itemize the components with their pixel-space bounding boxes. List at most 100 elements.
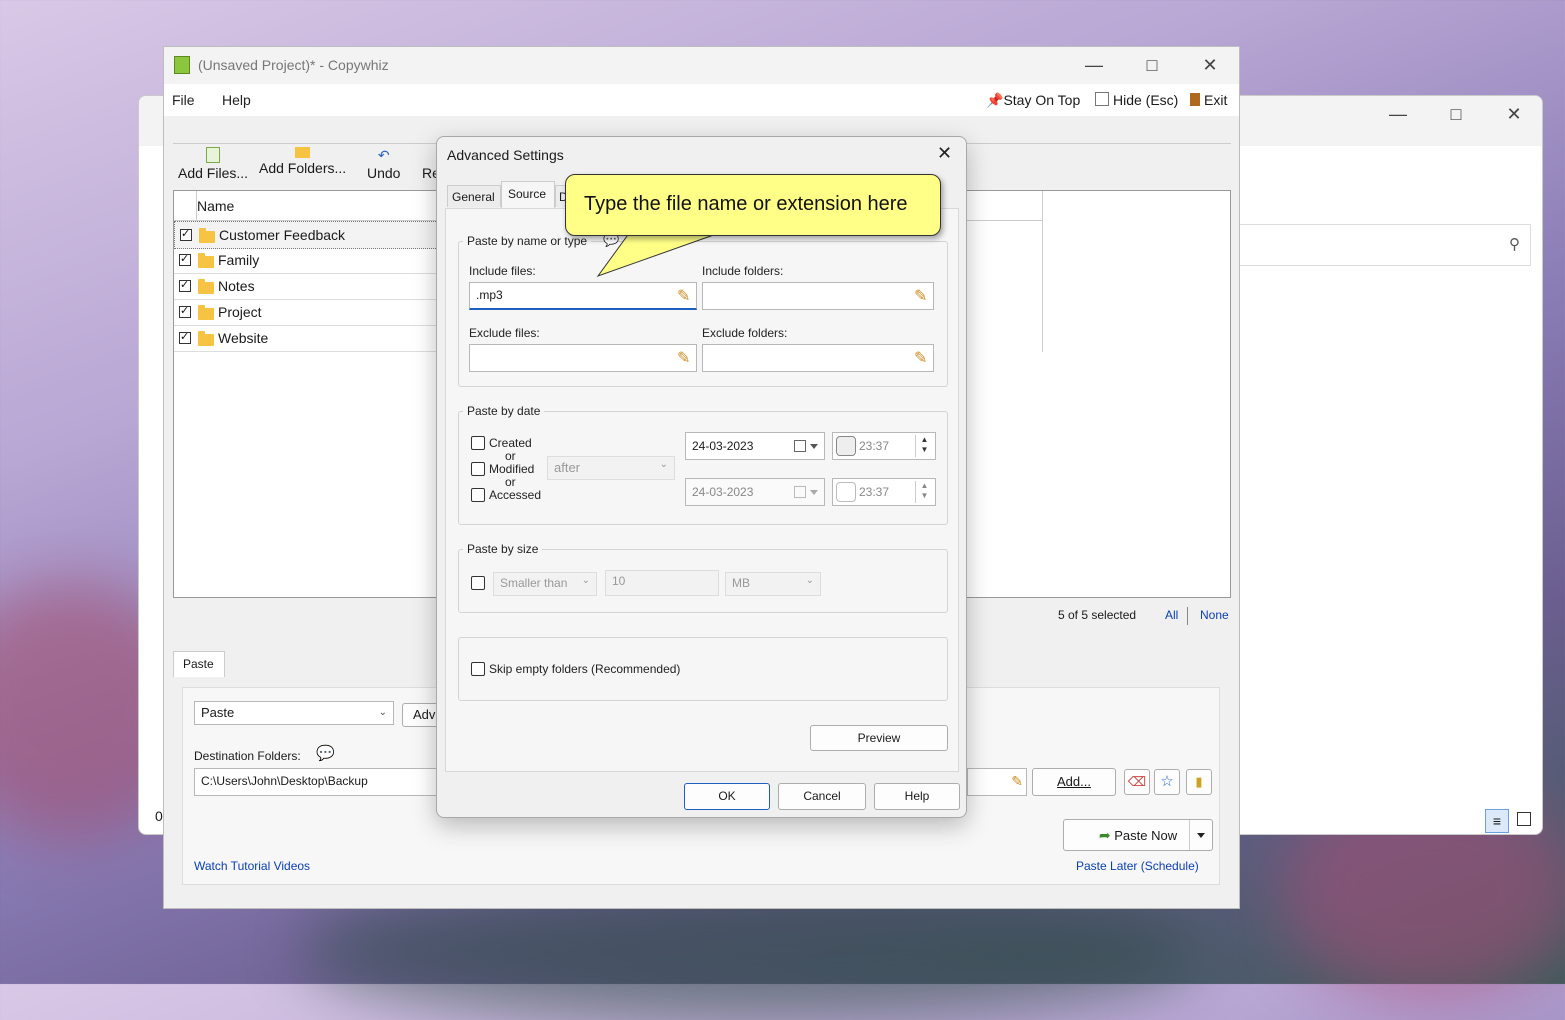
include-folders-input[interactable] <box>702 282 934 310</box>
pencil-icon[interactable]: ✎ <box>914 348 927 368</box>
add-destination-button[interactable]: Add... <box>1032 768 1116 796</box>
background-search-box[interactable]: ⚲ <box>1239 224 1531 266</box>
destination-field-right[interactable]: ✎ <box>967 768 1027 796</box>
add-folders-button[interactable]: Add Folders... <box>259 147 346 176</box>
maximize-icon[interactable]: □ <box>1436 99 1476 129</box>
exclude-files-label: Exclude files: <box>469 326 540 340</box>
tab-source[interactable]: Source <box>501 181 555 209</box>
browse-folder-icon[interactable]: ▮ <box>1186 769 1212 795</box>
calendar-icon[interactable] <box>794 486 806 498</box>
time-2-value: 23:37 <box>859 485 890 499</box>
size-checkbox[interactable] <box>471 576 485 590</box>
help-button[interactable]: Help <box>874 783 960 810</box>
exit-label: Exit <box>1204 92 1228 108</box>
modified-label: Modified <box>489 462 535 476</box>
eraser-icon[interactable]: ⌫ <box>1124 769 1150 795</box>
paste-now-dropdown-icon[interactable] <box>1197 833 1205 838</box>
minimize-icon[interactable]: — <box>1074 50 1114 80</box>
minimize-icon[interactable]: — <box>1378 99 1418 129</box>
tutorial-link[interactable]: Watch Tutorial Videos <box>194 859 310 873</box>
link-separator <box>1187 607 1188 625</box>
time-spinner-icon[interactable]: ▲ ▼ <box>915 435 933 457</box>
list-item[interactable]: Customer Feedback <box>174 221 438 249</box>
select-none-link[interactable]: None <box>1200 608 1229 622</box>
time-spinner-icon[interactable]: ▲ ▼ <box>915 481 933 503</box>
date-2-value: 24-03-2023 <box>692 485 754 499</box>
time-1-checkbox[interactable] <box>836 436 856 456</box>
modified-checkbox[interactable] <box>471 462 485 476</box>
chevron-down-icon[interactable] <box>810 490 818 495</box>
date-relation-select[interactable]: after ⌄ <box>547 456 675 480</box>
date-picker-1[interactable]: 24-03-2023 <box>685 432 825 460</box>
exit-button[interactable]: Exit <box>1190 92 1227 108</box>
accessed-checkbox[interactable] <box>471 488 485 502</box>
include-files-value: .mp3 <box>476 288 503 302</box>
date-filter-group: Paste by date Created or Modified or Acc… <box>458 404 948 525</box>
item-name: Project <box>218 304 262 320</box>
ok-label: OK <box>718 789 736 803</box>
item-checkbox[interactable] <box>179 252 191 266</box>
pencil-icon[interactable]: ✎ <box>914 286 927 306</box>
time-picker-1[interactable]: 23:37 ▲ ▼ <box>832 432 936 460</box>
ok-button[interactable]: OK <box>684 783 770 810</box>
select-all-link[interactable]: All <box>1165 608 1178 622</box>
created-checkbox[interactable] <box>471 436 485 450</box>
time-picker-2[interactable]: 23:37 ▲ ▼ <box>832 478 936 506</box>
maximize-icon[interactable]: □ <box>1132 50 1172 80</box>
size-filter-label: Paste by size <box>463 542 543 556</box>
size-unit-select[interactable]: MB ⌄ <box>725 572 821 596</box>
date-picker-2[interactable]: 24-03-2023 <box>685 478 825 506</box>
pencil-icon[interactable]: ✎ <box>677 286 690 306</box>
or-label: or <box>505 449 516 463</box>
pencil-icon[interactable]: ✎ <box>1011 773 1023 790</box>
add-files-button[interactable]: Add Files... <box>178 147 248 181</box>
tab-paste-label: Paste <box>183 657 214 671</box>
dialog-title: Advanced Settings <box>447 147 564 163</box>
details-view-icon[interactable]: ≡ <box>1485 809 1509 833</box>
item-checkbox[interactable] <box>179 330 191 344</box>
menu-file[interactable]: File <box>172 92 195 108</box>
chevron-down-icon[interactable] <box>810 444 818 449</box>
list-item[interactable]: Family <box>174 247 436 274</box>
skip-empty-checkbox[interactable] <box>471 662 485 676</box>
paste-now-button[interactable]: ➦ Paste Now <box>1063 819 1213 851</box>
exclude-files-input[interactable] <box>469 344 697 372</box>
undo-button[interactable]: ↶ Undo <box>367 147 400 181</box>
list-item[interactable]: Project <box>174 299 436 326</box>
stay-on-top-button[interactable]: 📌Stay On Top <box>986 92 1080 109</box>
close-icon[interactable]: ✕ <box>1190 50 1230 80</box>
tiles-view-icon[interactable] <box>1517 812 1531 826</box>
destination-field[interactable]: C:\Users\John\Desktop\Backup <box>194 768 438 796</box>
size-value-input[interactable]: 10 <box>605 570 719 596</box>
paste-later-link[interactable]: Paste Later (Schedule) <box>1076 859 1199 873</box>
cancel-button[interactable]: Cancel <box>778 783 866 810</box>
size-comparison-select[interactable]: Smaller than ⌄ <box>493 572 597 596</box>
item-checkbox[interactable] <box>179 278 191 292</box>
chevron-down-icon: ⌄ <box>581 575 590 586</box>
menu-bar: File Help 📌Stay On Top Hide (Esc) Exit <box>164 84 1239 116</box>
size-comparison-value: Smaller than <box>500 576 568 590</box>
include-files-input[interactable]: .mp3 <box>469 282 697 310</box>
calendar-icon[interactable] <box>794 440 806 452</box>
list-item[interactable]: Notes <box>174 273 436 300</box>
tab-general[interactable]: General <box>447 185 501 207</box>
close-icon[interactable]: ✕ <box>1494 99 1534 129</box>
exclude-folders-input[interactable] <box>702 344 934 372</box>
menu-help[interactable]: Help <box>222 92 251 108</box>
paste-mode-select[interactable]: Paste ⌄ <box>194 701 394 725</box>
time-2-checkbox[interactable] <box>836 482 856 502</box>
hide-button[interactable]: Hide (Esc) <box>1095 92 1178 108</box>
close-icon[interactable]: ✕ <box>937 143 952 164</box>
exclude-folders-label: Exclude folders: <box>702 326 788 340</box>
tab-paste[interactable]: Paste <box>173 651 225 677</box>
pencil-icon[interactable]: ✎ <box>677 348 690 368</box>
star-icon[interactable]: ☆ <box>1154 769 1180 795</box>
size-value: 10 <box>612 574 626 588</box>
column-header-name[interactable]: Name <box>197 198 234 214</box>
list-item[interactable]: Website <box>174 325 436 352</box>
name-filter-label: Paste by name or type <box>463 234 592 248</box>
item-checkbox[interactable] <box>179 304 191 318</box>
preview-button[interactable]: Preview <box>810 725 948 751</box>
item-checkbox[interactable] <box>180 227 192 241</box>
destination-value: C:\Users\John\Desktop\Backup <box>201 774 368 788</box>
